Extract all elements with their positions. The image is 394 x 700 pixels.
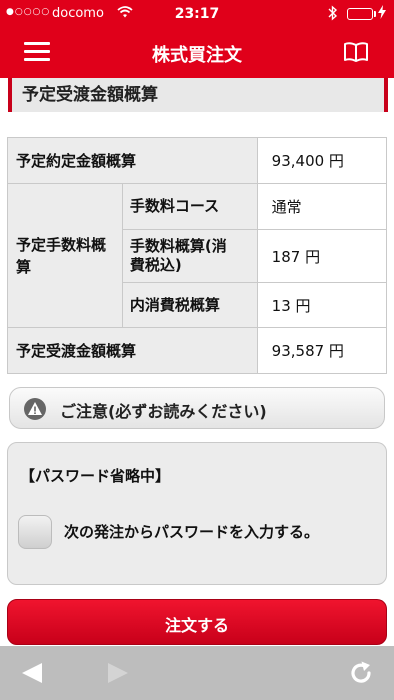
order-button-label: 注文する (164, 616, 229, 635)
notice-button[interactable]: ご注意(必ずお読みください) (9, 387, 385, 429)
fee-course-label: 手数料コース (121, 183, 258, 230)
back-arrow-icon[interactable] (20, 662, 44, 688)
estimated-settlement-amount-label: 予定受渡金額概算 (7, 327, 258, 374)
password-panel: 【パスワード省略中】 次の発注からパスワードを入力する。 (7, 442, 387, 585)
fee-estimate-value: 187 円 (256, 229, 388, 283)
nav-bar: 株式買注文 (0, 28, 394, 78)
estimated-fee-label: 予定手数料概算 (7, 183, 123, 328)
book-icon[interactable] (342, 40, 370, 64)
estimated-contract-amount-value: 93,400 円 (256, 137, 388, 184)
table-row: 予定受渡金額概算 93,587 円 (7, 327, 388, 374)
consumption-tax-value: 13 円 (256, 282, 388, 328)
password-checkbox-label[interactable]: 次の発注からパスワードを入力する。 (64, 521, 319, 542)
reload-icon[interactable] (348, 660, 374, 690)
estimated-contract-amount-label: 予定約定金額概算 (7, 137, 258, 184)
fee-estimate-label: 手数料概算(消費税込) (121, 229, 258, 283)
password-checkbox[interactable] (18, 515, 52, 549)
bluetooth-icon (328, 5, 338, 25)
table-row: 予定手数料概算 手数料コース 通常 (7, 183, 388, 328)
password-heading: 【パスワード省略中】 (20, 467, 171, 485)
warning-icon (24, 398, 46, 420)
charging-icon (378, 5, 386, 22)
table-row: 予定約定金額概算 93,400 円 (7, 137, 388, 184)
estimate-table: 予定約定金額概算 93,400 円 予定手数料概算 手数料コース 通常 手数料概… (7, 137, 388, 374)
estimated-settlement-amount-value: 93,587 円 (256, 327, 388, 374)
status-bar: ●○○○○ docomo 23:17 (0, 0, 394, 28)
fee-course-value: 通常 (256, 183, 388, 230)
page-title: 株式買注文 (152, 45, 242, 66)
battery-icon (347, 8, 373, 20)
forward-arrow-icon[interactable] (106, 662, 130, 688)
battery-tip (374, 11, 376, 17)
notice-label: ご注意(必ずお読みください) (60, 402, 267, 421)
section-header: 予定受渡金額概算 (8, 78, 388, 112)
browser-toolbar (0, 646, 394, 700)
order-button[interactable]: 注文する (7, 599, 387, 645)
section-title: 予定受渡金額概算 (22, 85, 158, 105)
estimated-fee-label-text: 予定手数料概算 (16, 235, 107, 276)
fee-estimate-label-text: 手数料概算(消費税込) (129, 237, 227, 274)
consumption-tax-label: 内消費税概算 (121, 282, 258, 328)
